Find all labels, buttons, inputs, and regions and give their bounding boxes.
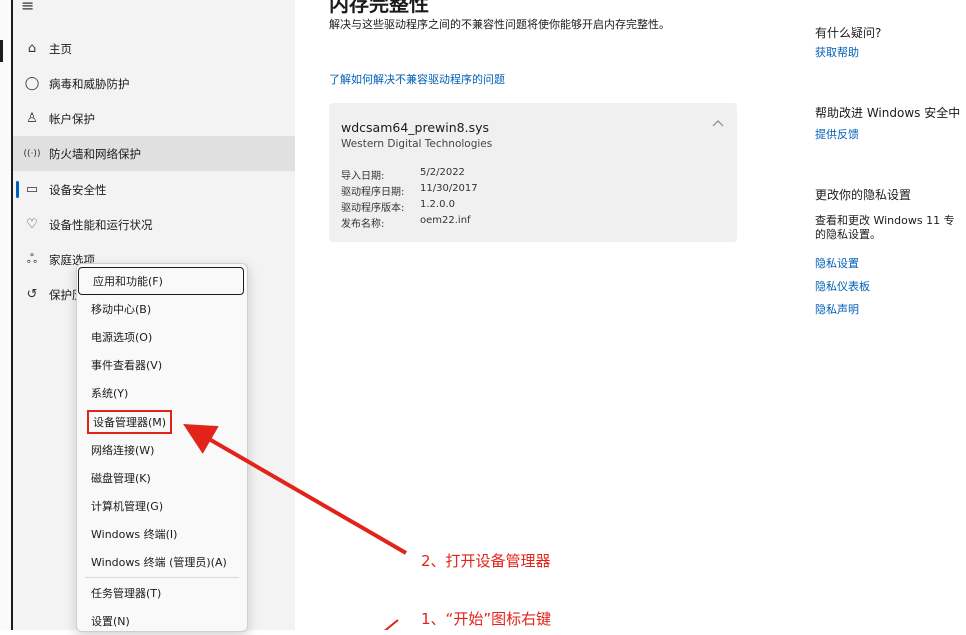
annotation-step2: 2、打开设备管理器 xyxy=(421,552,551,570)
arrow-to-device-manager xyxy=(183,423,408,555)
annotation-arrows xyxy=(183,423,408,630)
arrow-to-start xyxy=(384,619,399,630)
annotation-step1: 1、“开始”图标右键 xyxy=(421,610,552,628)
